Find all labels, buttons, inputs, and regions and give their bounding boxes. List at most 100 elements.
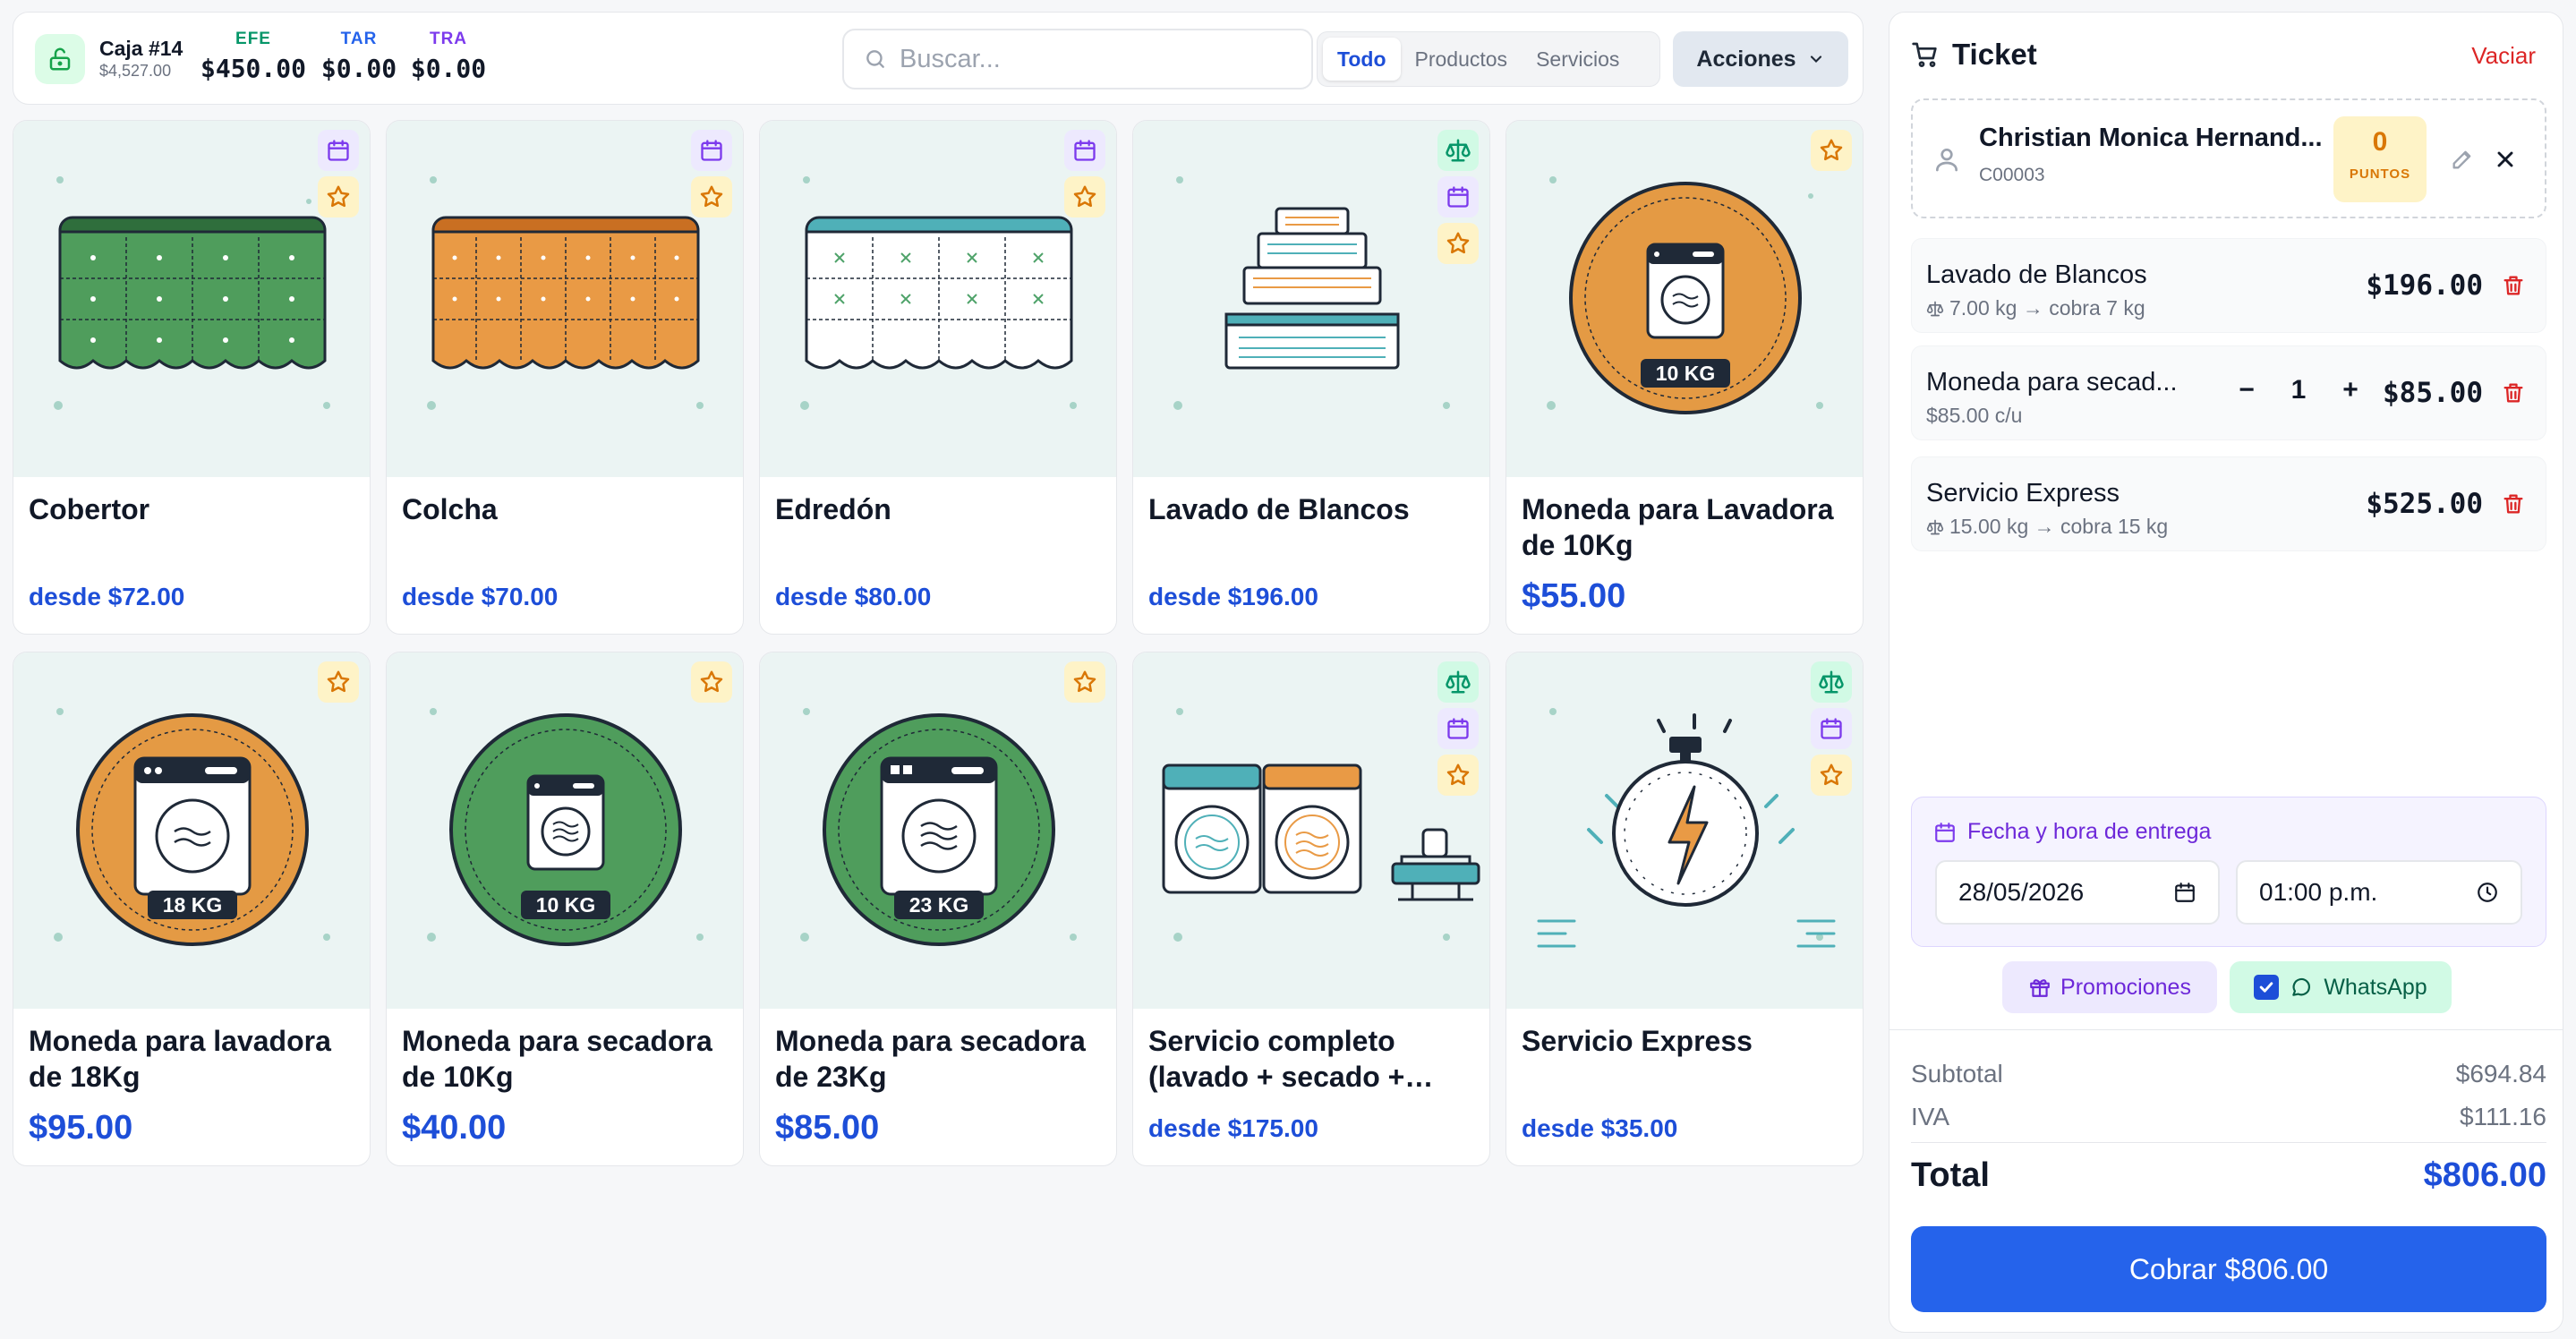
product-card-colcha[interactable]: Colcha desde $70.00 (386, 120, 744, 635)
delivery-datetime-section: Fecha y hora de entrega 28/05/2026 01:00… (1911, 797, 2546, 947)
product-price: $85.00 (775, 1109, 880, 1147)
payment-card-label: TAR (340, 30, 378, 48)
trash-icon[interactable] (2501, 491, 2526, 516)
lock-open-icon (49, 47, 71, 71)
tax-row: IVA $111.16 (1911, 1103, 2546, 1131)
ticket-line-item[interactable]: Servicio Express 15.00 kg → cobra 15 kg … (1911, 456, 2546, 551)
ticket-line-item[interactable]: Moneda para secad... $85.00 c/u − 1 + $8… (1911, 345, 2546, 440)
divider (1911, 1142, 2546, 1143)
product-card-moneda-lavadora-10kg[interactable]: 10 KG Moneda para Lavadora de 10Kg $55.0… (1506, 120, 1864, 635)
product-image (1133, 121, 1489, 477)
product-price: desde $35.00 (1522, 1114, 1678, 1142)
search-icon (866, 50, 884, 68)
calendar-icon (691, 130, 732, 171)
delivery-date-input[interactable]: 28/05/2026 (1935, 860, 2220, 925)
product-card-edredon[interactable]: Edredón desde $80.00 (759, 120, 1117, 635)
chevron-down-icon (1810, 55, 1821, 63)
product-price: $55.00 (1522, 577, 1626, 615)
quantity-value: 1 (2290, 375, 2307, 405)
payment-transfer-label: TRA (429, 30, 468, 48)
product-grid: Cobertor desde $72.00 Colcha desde $70.0… (13, 120, 1865, 1166)
delivery-date-value: 28/05/2026 (1958, 878, 2085, 906)
trash-icon[interactable] (2501, 380, 2526, 405)
tax-value: $111.16 (2459, 1103, 2546, 1130)
product-card-cobertor[interactable]: Cobertor desde $72.00 (13, 120, 371, 635)
calendar-icon (1811, 708, 1852, 749)
product-price: desde $175.00 (1148, 1114, 1318, 1142)
whatsapp-label: WhatsApp (2324, 974, 2427, 1000)
close-icon[interactable] (2493, 147, 2518, 172)
line-item-price: $85.00 (2383, 377, 2483, 409)
subtotal-row: Subtotal $694.84 (1911, 1060, 2546, 1088)
search-input[interactable] (900, 44, 1275, 74)
product-name: Servicio Express (1522, 1025, 1753, 1057)
client-card[interactable]: Christian Monica Hernand... C00003 0 PUN… (1911, 98, 2546, 218)
product-name: Cobertor (29, 493, 150, 525)
scale-icon (1437, 130, 1479, 171)
total-row: Total $806.00 (1911, 1156, 2546, 1195)
product-image: 18 KG (13, 652, 370, 1009)
decrease-quantity-button[interactable]: − (2234, 375, 2259, 405)
ticket-line-item[interactable]: Lavado de Blancos 7.00 kg → cobra 7 kg $… (1911, 238, 2546, 333)
product-card-lavado-de-blancos[interactable]: Lavado de Blancos desde $196.00 (1132, 120, 1490, 635)
clock-icon (2478, 883, 2497, 902)
line-item-weight: 15.00 kg → cobra 15 kg (1949, 515, 2169, 538)
product-image (760, 121, 1116, 477)
product-badges (691, 130, 732, 217)
pencil-icon[interactable] (2450, 147, 2475, 172)
actions-label: Acciones (1696, 46, 1796, 72)
delivery-time-input[interactable]: 01:00 p.m. (2236, 860, 2522, 925)
shopping-cart-icon (1912, 42, 1937, 67)
product-card-moneda-secadora-23kg[interactable]: 23 KG Moneda para secadora de 23Kg $85.0… (759, 652, 1117, 1166)
payment-transfer: TRA $0.00 (404, 30, 493, 83)
product-badges (1437, 661, 1479, 796)
payment-cash: EFE $450.00 (194, 30, 312, 83)
line-item-unit-price: $85.00 c/u (1926, 404, 2023, 427)
client-points-value: 0 (2372, 127, 2388, 157)
product-price: $95.00 (29, 1109, 133, 1147)
product-image (13, 121, 370, 477)
client-points-label: PUNTOS (2349, 166, 2411, 182)
trash-icon[interactable] (2501, 273, 2526, 298)
charge-button[interactable]: Cobrar $806.00 (1911, 1226, 2546, 1312)
whatsapp-toggle[interactable]: WhatsApp (2230, 961, 2452, 1013)
product-image (1506, 652, 1863, 1009)
product-badges (318, 661, 359, 703)
increase-quantity-button[interactable]: + (2338, 375, 2363, 405)
total-value: $806.00 (2423, 1156, 2546, 1194)
product-card-moneda-secadora-10kg[interactable]: 10 KG Moneda para secadora de 10Kg $40.0… (386, 652, 744, 1166)
tab-servicios[interactable]: Servicios (1522, 38, 1633, 81)
scale-icon (1926, 519, 1944, 534)
ticket-header: Ticket (1911, 38, 2037, 72)
actions-dropdown[interactable]: Acciones (1673, 31, 1848, 87)
star-icon (691, 176, 732, 217)
product-card-servicio-completo[interactable]: Servicio completo (lavado + secado +… de… (1132, 652, 1490, 1166)
product-card-moneda-lavadora-18kg[interactable]: 18 KG Moneda para lavadora de 18Kg $95.0… (13, 652, 371, 1166)
calendar-icon (318, 130, 359, 171)
search-box[interactable] (842, 29, 1313, 90)
star-icon (1437, 223, 1479, 264)
product-price: desde $70.00 (402, 583, 559, 610)
promotions-button[interactable]: Promociones (2002, 961, 2217, 1013)
scale-icon (1437, 661, 1479, 703)
product-badges (1811, 661, 1852, 796)
dryer-coin-illustration (427, 708, 704, 946)
gift-icon (2030, 979, 2050, 997)
check-icon (2260, 982, 2273, 993)
line-item-detail: 7.00 kg → cobra 7 kg (1926, 296, 2145, 320)
cash-register-lock-button[interactable] (35, 34, 85, 84)
washer-coin-illustration (1547, 176, 1823, 414)
client-name: Christian Monica Hernand... (1979, 124, 2323, 152)
chat-bubble-icon (2292, 977, 2311, 996)
line-item-weight: 7.00 kg → cobra 7 kg (1949, 296, 2145, 320)
payment-cash-value: $450.00 (200, 54, 306, 83)
product-card-servicio-express[interactable]: Servicio Express desde $35.00 (1506, 652, 1864, 1166)
product-price: desde $72.00 (29, 583, 185, 610)
payment-card: TAR $0.00 (314, 30, 404, 83)
clear-ticket-button[interactable]: Vaciar (2471, 42, 2536, 70)
whatsapp-checkbox[interactable] (2254, 975, 2280, 1000)
tab-todo[interactable]: Todo (1323, 38, 1401, 81)
total-label: Total (1911, 1156, 1990, 1194)
payment-transfer-value: $0.00 (410, 54, 487, 83)
tab-productos[interactable]: Productos (1401, 38, 1523, 81)
